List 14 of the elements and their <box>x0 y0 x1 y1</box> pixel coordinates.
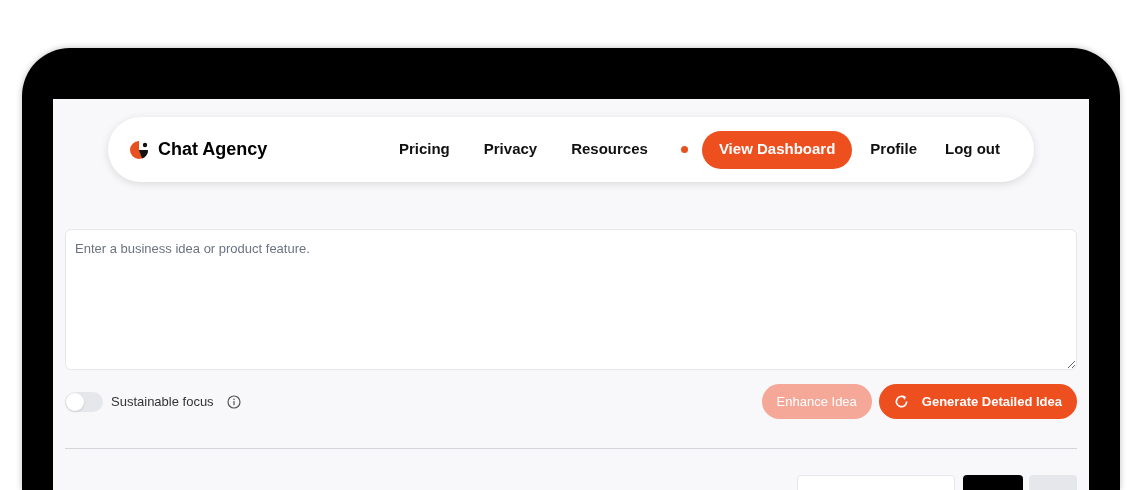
idea-input-field[interactable]: Enter a business idea or product feature. <box>65 229 1077 370</box>
nav-link[interactable]: Log out <box>945 138 1000 161</box>
nav-link[interactable]: Pricing <box>398 138 450 161</box>
info-icon[interactable] <box>226 394 241 409</box>
nav-link[interactable]: Profile <box>870 138 917 161</box>
logo-icon <box>128 138 150 161</box>
brand-name[interactable]: Chat Agency <box>158 136 268 163</box>
dashboard-button[interactable]: View Dashboard <box>701 130 853 169</box>
toggle-label: Sustainable focus <box>111 392 214 411</box>
toggle-switch[interactable] <box>65 391 103 412</box>
generate-button[interactable]: Generate Detailed Idea <box>878 384 1077 419</box>
nav-link[interactable]: Privacy <box>483 138 538 161</box>
refresh-icon <box>893 394 909 409</box>
nav-link[interactable]: Resources <box>571 138 648 161</box>
